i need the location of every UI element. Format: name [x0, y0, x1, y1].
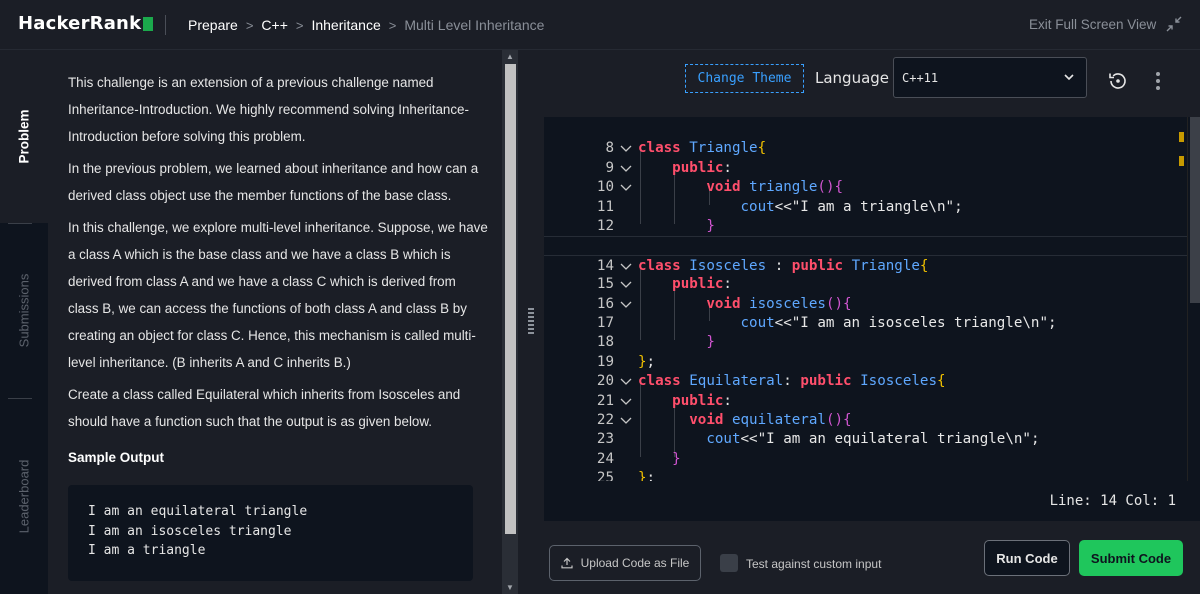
overview-marker — [1179, 132, 1184, 142]
code-line: 15 public: — [596, 276, 732, 293]
custom-input-label[interactable]: Test against custom input — [746, 557, 881, 571]
code-line: 10 void triangle(){ — [596, 179, 844, 196]
breadcrumb-prepare[interactable]: Prepare — [188, 17, 238, 33]
tab-problem[interactable]: Problem — [0, 50, 48, 223]
exit-fullscreen-link[interactable]: Exit Full Screen View — [1029, 17, 1156, 32]
vertical-tabs: Problem Submissions Leaderboard — [0, 50, 48, 594]
code-line: 25}; — [596, 470, 656, 481]
problem-paragraph: Create a class called Equilateral which … — [68, 387, 461, 429]
editor-status-bar: Line: 14 Col: 1 — [544, 481, 1200, 521]
more-options-icon[interactable] — [1154, 70, 1162, 92]
code-line: 16 void isosceles(){ — [596, 295, 852, 312]
code-scrollbar[interactable] — [1187, 117, 1200, 481]
custom-input-checkbox[interactable] — [720, 554, 738, 572]
sample-output-box: I am an equilateral triangle I am an iso… — [68, 485, 473, 581]
code-line: 17 cout<<"I am an isosceles triangle\n"; — [596, 315, 1057, 331]
code-editor[interactable]: 8 class Triangle{ 9 public: 10 void trian… — [544, 117, 1187, 481]
collapse-icon[interactable] — [1166, 16, 1182, 32]
action-bar: Upload Code as File Test against custom … — [544, 521, 1200, 594]
problem-paragraph: This challenge is an extension of a prev… — [68, 75, 469, 144]
problem-panel: This challenge is an extension of a prev… — [48, 50, 502, 594]
code-line: 11 cout<<"I am a triangle\n"; — [596, 198, 963, 215]
breadcrumb-cpp[interactable]: C++ — [261, 17, 287, 33]
code-line: 21 public: — [596, 392, 732, 409]
overview-marker — [1179, 156, 1184, 166]
cursor-position: Line: 14 Col: 1 — [1049, 493, 1176, 509]
code-line-active: 14 class Isosceles : public Triangle{ — [544, 236, 1187, 274]
sample-output-line: I am a triangle — [88, 543, 206, 558]
problem-paragraph: In the previous problem, we learned abou… — [68, 161, 479, 203]
language-value: C++11 — [902, 70, 939, 85]
breadcrumb-inheritance[interactable]: Inheritance — [311, 17, 380, 33]
upload-icon — [561, 557, 573, 569]
problem-scrollbar[interactable]: ▲ ▼ — [502, 50, 518, 594]
sample-output-line: I am an equilateral triangle — [88, 504, 308, 519]
breadcrumb-current: Multi Level Inheritance — [404, 17, 545, 33]
sample-output-line: I am an isosceles triangle — [88, 523, 292, 539]
scroll-up-icon[interactable]: ▲ — [506, 52, 514, 61]
restore-history-icon[interactable] — [1107, 70, 1129, 92]
code-line: 24 } — [596, 450, 681, 467]
language-select[interactable]: C++11 — [893, 57, 1087, 98]
code-line: 13}; — [544, 217, 1187, 253]
tab-leaderboard[interactable]: Leaderboard — [0, 398, 48, 594]
hackerrank-logo[interactable]: HackerRank — [18, 13, 154, 34]
upload-label: Upload Code as File — [580, 556, 690, 570]
code-line: 8 class Triangle{ — [605, 140, 767, 157]
editor-panel: Change Theme Language C++11 8 class Trian… — [544, 50, 1200, 594]
code-line: 22 void equilateral(){ — [596, 412, 852, 428]
scroll-down-icon[interactable]: ▼ — [506, 583, 514, 592]
run-code-button[interactable]: Run Code — [984, 540, 1070, 576]
drag-handle-icon[interactable] — [528, 308, 534, 336]
code-line: 12 } — [596, 218, 715, 234]
code-line: 19}; — [596, 353, 656, 370]
problem-paragraph: In this challenge, we explore multi-leve… — [68, 220, 488, 370]
language-label: Language — [815, 69, 890, 87]
code-line: 20 class Equilateral: public Isosceles{ — [596, 373, 946, 390]
panel-splitter[interactable] — [518, 50, 544, 594]
submit-code-button[interactable]: Submit Code — [1079, 540, 1183, 576]
chevron-down-icon — [1064, 74, 1074, 81]
upload-code-button[interactable]: Upload Code as File — [549, 545, 701, 581]
scrollbar-thumb[interactable] — [505, 64, 516, 534]
tab-submissions[interactable]: Submissions — [0, 223, 48, 398]
code-line: 18 } — [596, 334, 715, 351]
tab-divider — [8, 223, 32, 224]
chevron-right-icon: > — [295, 17, 304, 33]
editor-toolbar: Change Theme Language C++11 — [544, 50, 1200, 117]
chevron-right-icon: > — [388, 17, 397, 33]
code-line: 26//Write your code here. — [544, 469, 1187, 481]
breadcrumb: Prepare > C++ > Inheritance > Multi Leve… — [188, 17, 544, 33]
sample-output-title: Sample Output — [68, 450, 165, 465]
scrollbar-thumb[interactable] — [1190, 117, 1200, 303]
logo-text: HackerRank — [18, 13, 142, 34]
code-line: 9 public: — [605, 159, 732, 176]
top-header: HackerRank Prepare > C++ > Inheritance >… — [0, 0, 1200, 50]
logo-mark — [143, 16, 154, 31]
header-divider — [165, 15, 166, 35]
code-line: 23 cout<<"I am an equilateral triangle\n… — [596, 431, 1040, 448]
chevron-right-icon: > — [245, 17, 254, 33]
change-theme-button[interactable]: Change Theme — [685, 64, 804, 93]
